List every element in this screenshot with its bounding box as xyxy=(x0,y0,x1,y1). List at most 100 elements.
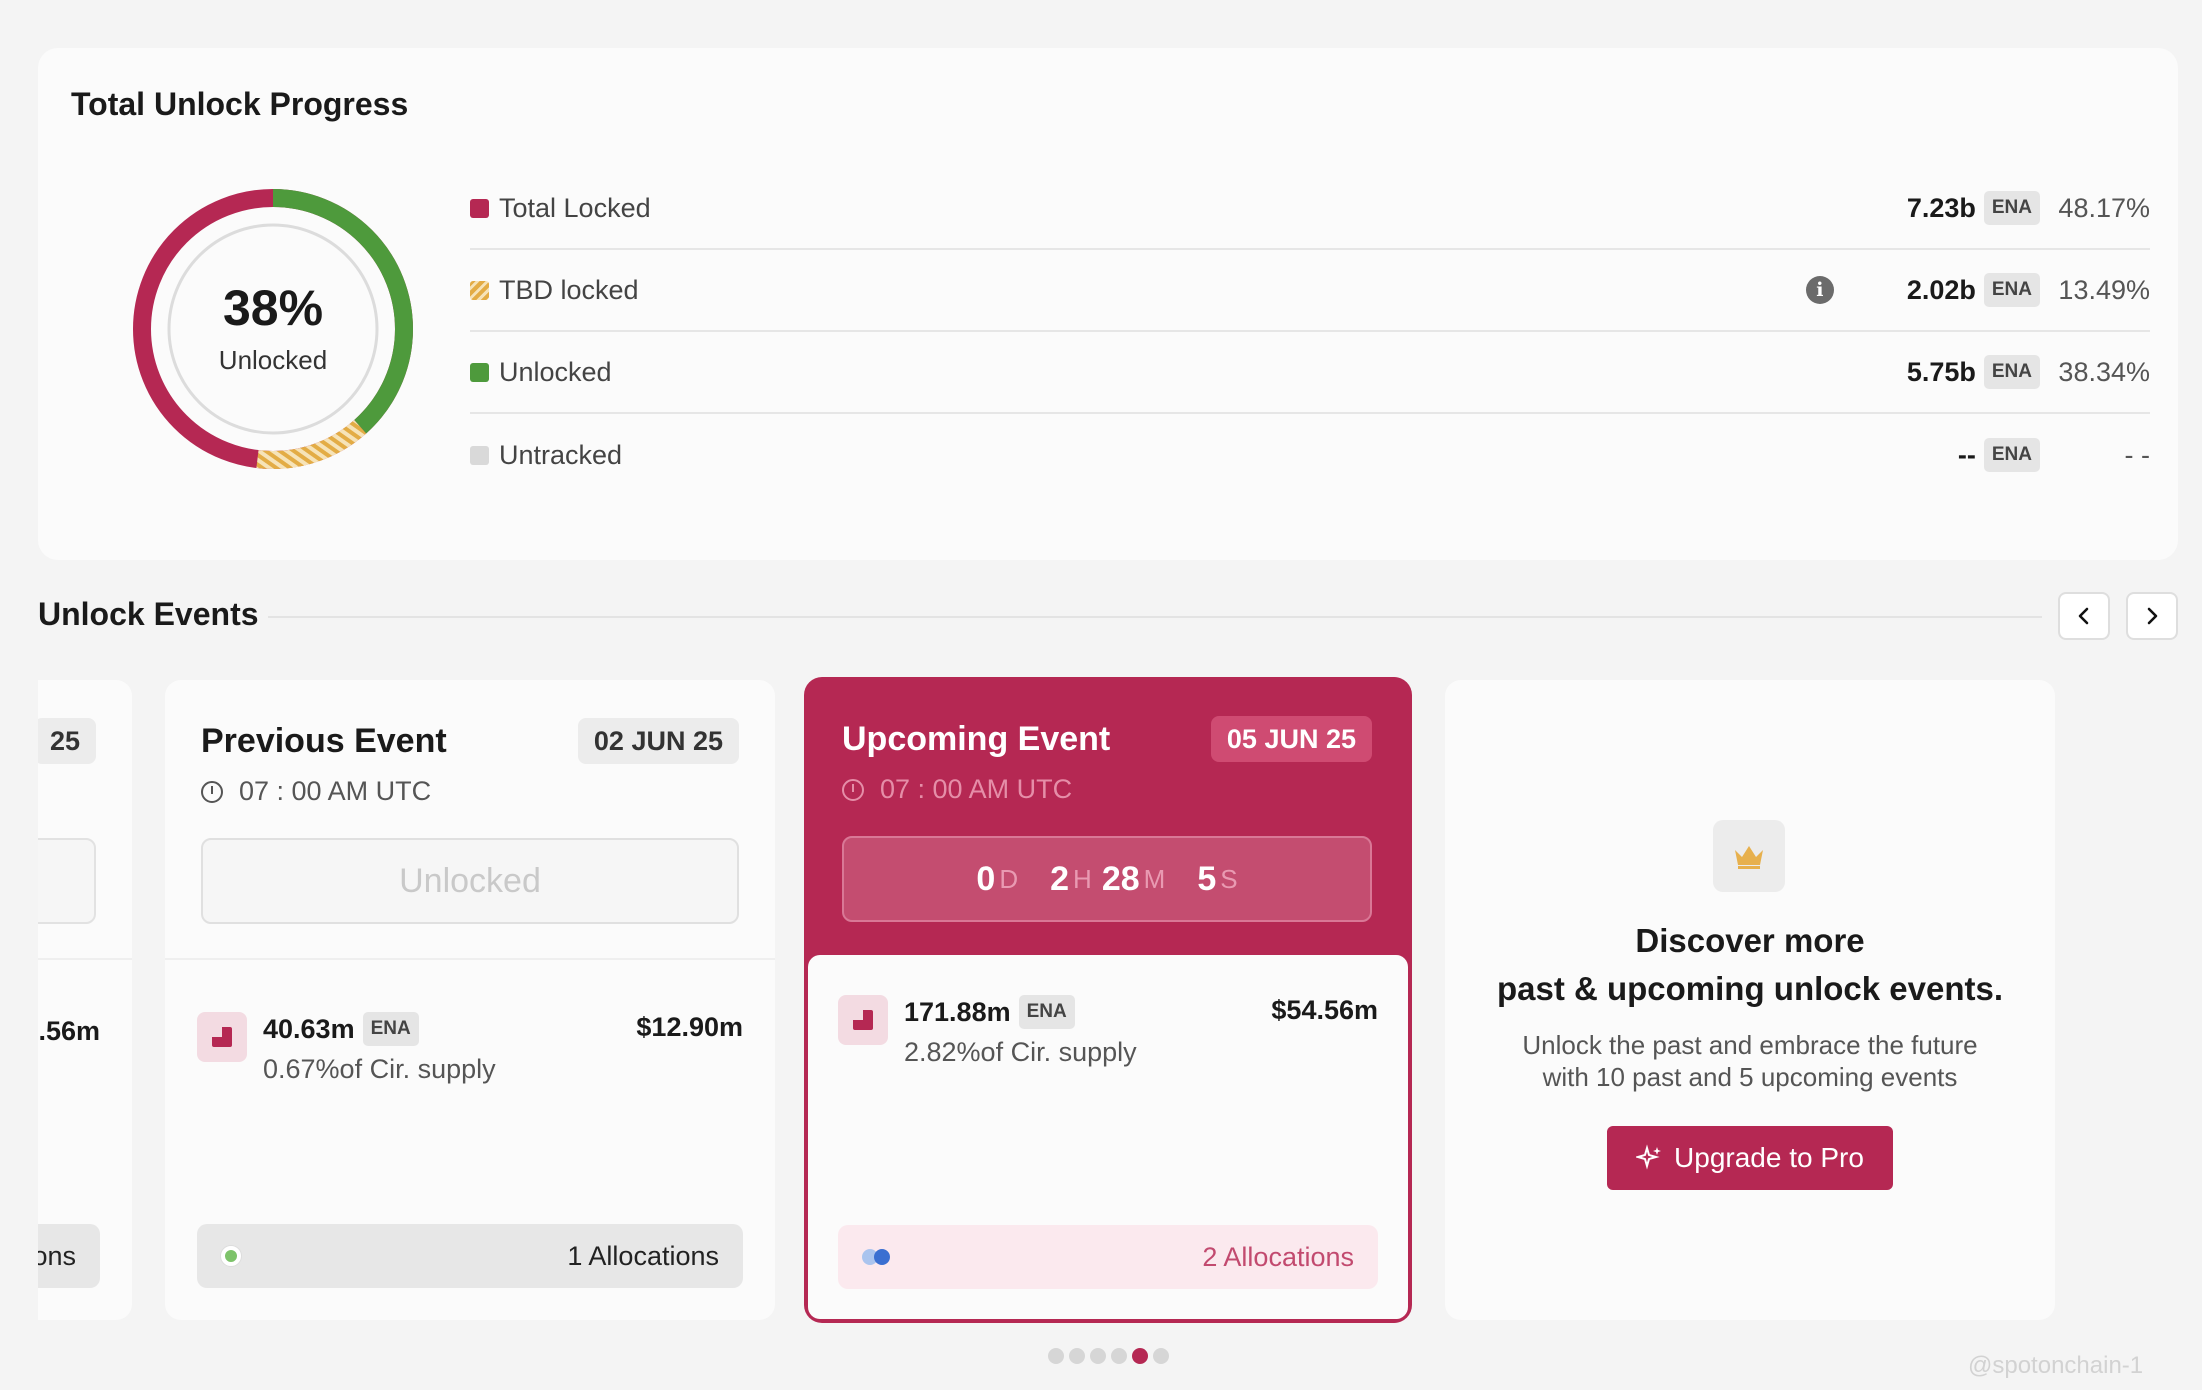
event-time: 07 : 00 AM UTC xyxy=(201,776,431,807)
unlocked-percent-label: Unlocked xyxy=(218,344,328,375)
legend-name: Total Locked xyxy=(499,192,651,223)
allocation-dots-icon xyxy=(862,1247,898,1267)
unlock-progress-panel: Total Unlock Progress 38% Unlocked Total… xyxy=(38,48,2178,560)
countdown-hours-unit: H xyxy=(1073,863,1092,894)
page-dot[interactable] xyxy=(1153,1348,1169,1364)
token-unlock-icon xyxy=(197,1012,247,1062)
page-dot[interactable] xyxy=(1048,1348,1064,1364)
allocations-label: ons xyxy=(38,1240,76,1271)
event-supply: 0.67%of Cir. supply xyxy=(263,1054,496,1084)
legend-row-untracked: Untracked -- ENA - - xyxy=(470,414,2150,496)
tbd-swatch xyxy=(470,280,489,300)
token-chip: ENA xyxy=(1018,995,1075,1029)
event-time-text: 07 : 00 AM UTC xyxy=(880,774,1073,804)
carousel-pagination xyxy=(1048,1348,1169,1364)
promo-text-2: with 10 past and 5 upcoming events xyxy=(1542,1062,1958,1092)
legend-percent: 38.34% xyxy=(2058,356,2150,387)
event-title: Upcoming Event xyxy=(842,720,1111,758)
untracked-swatch xyxy=(470,445,489,465)
clock-icon xyxy=(842,778,864,801)
panel-title: Total Unlock Progress xyxy=(71,86,409,122)
event-card-partial[interactable]: 25 .56m ons xyxy=(38,680,132,1320)
legend-name: Untracked xyxy=(499,439,623,470)
page-dot[interactable] xyxy=(1090,1348,1106,1364)
event-date: 05 JUN 25 xyxy=(1210,716,1372,762)
allocation-row: 40.63m ENA 0.67%of Cir. supply $12.90m xyxy=(197,1012,743,1085)
token-chip: ENA xyxy=(1983,355,2040,389)
token-unlock-icon xyxy=(838,995,888,1045)
upgrade-promo-card: Discover more past & upcoming unlock eve… xyxy=(1445,680,2055,1320)
unlocked-percent: 38% xyxy=(222,279,324,336)
allocations-label: 2 Allocations xyxy=(1202,1241,1354,1272)
legend-row-tbd-locked: TBD locked i 2.02b ENA 13.49% xyxy=(470,250,2150,332)
allocation-row: 171.88m ENA 2.82%of Cir. supply $54.56m xyxy=(838,995,1378,1068)
event-date: 25 xyxy=(38,718,96,764)
clock-icon xyxy=(201,780,223,803)
token-chip: ENA xyxy=(1983,191,2040,225)
allocations-label: 1 Allocations xyxy=(567,1240,719,1271)
promo-heading-1: Discover more xyxy=(1635,922,1865,959)
crown-icon xyxy=(1713,820,1785,892)
upcoming-body: 171.88m ENA 2.82%of Cir. supply $54.56m 2… xyxy=(808,955,1408,1319)
chevron-left-icon xyxy=(2078,607,2089,625)
info-icon[interactable]: i xyxy=(1805,276,1834,304)
allocation-dot-icon xyxy=(221,1246,241,1266)
upgrade-to-pro-button[interactable]: Upgrade to Pro xyxy=(1607,1126,1893,1190)
countdown-days-unit: D xyxy=(999,863,1019,894)
legend-name: TBD locked xyxy=(499,274,639,305)
event-amount: 40.63m xyxy=(263,1013,355,1044)
allocations-bar[interactable]: ons xyxy=(38,1224,100,1288)
event-usd: .56m xyxy=(38,1016,100,1046)
sparkle-icon xyxy=(1636,1144,1662,1170)
status-box xyxy=(38,838,96,924)
page-dot[interactable] xyxy=(1069,1348,1085,1364)
watermark: @spotonchain-1 xyxy=(1968,1352,2144,1379)
event-supply: 2.82%of Cir. supply xyxy=(904,1037,1137,1067)
token-chip: ENA xyxy=(1983,438,2040,472)
event-time: 07 : 00 AM UTC xyxy=(842,774,1072,805)
event-usd: $54.56m xyxy=(1271,995,1378,1025)
legend-value: -- xyxy=(1957,439,1976,470)
status-box: Unlocked xyxy=(201,838,739,924)
countdown-hours: 2 xyxy=(1050,859,1070,898)
divider xyxy=(38,958,132,960)
allocations-bar[interactable]: 2 Allocations xyxy=(838,1225,1378,1289)
unlocked-swatch xyxy=(470,362,489,382)
next-button[interactable] xyxy=(2126,592,2178,640)
event-card-previous[interactable]: Previous Event 02 JUN 25 07 : 00 AM UTC … xyxy=(165,680,775,1320)
countdown-minutes: 28 xyxy=(1101,859,1140,898)
legend-name: Unlocked xyxy=(499,356,612,387)
token-chip: ENA xyxy=(362,1012,419,1046)
legend-value: 7.23b xyxy=(1906,192,1976,223)
legend-percent: 48.17% xyxy=(2058,192,2150,223)
legend-value: 2.02b xyxy=(1906,274,1976,305)
legend-row-unlocked: Unlocked 5.75b ENA 38.34% xyxy=(470,332,2150,414)
donut-center: 38% Unlocked xyxy=(128,184,418,474)
allocations-bar[interactable]: 1 Allocations xyxy=(197,1224,743,1288)
legend-row-total-locked: Total Locked 7.23b ENA 48.17% xyxy=(470,168,2150,250)
countdown-seconds-unit: S xyxy=(1220,863,1238,894)
event-usd: $12.90m xyxy=(636,1012,743,1042)
token-chip: ENA xyxy=(1983,273,2040,307)
prev-button[interactable] xyxy=(2058,592,2110,640)
promo-text-1: Unlock the past and embrace the future xyxy=(1522,1030,1978,1060)
divider xyxy=(165,958,775,960)
events-carousel[interactable]: 25 .56m ons Previous Event 02 JUN 25 07 … xyxy=(38,670,2202,1330)
legend-percent: 13.49% xyxy=(2058,274,2150,305)
event-title: Previous Event xyxy=(201,722,447,760)
countdown-days: 0 xyxy=(976,859,996,898)
event-date: 02 JUN 25 xyxy=(577,718,739,764)
events-title: Unlock Events xyxy=(38,596,259,632)
divider xyxy=(268,616,2042,618)
chevron-right-icon xyxy=(2147,607,2158,625)
event-time-text: 07 : 00 AM UTC xyxy=(239,776,432,806)
event-amount: 171.88m xyxy=(904,996,1011,1027)
event-card-upcoming[interactable]: Upcoming Event 05 JUN 25 07 : 00 AM UTC … xyxy=(804,677,1412,1323)
page-dot[interactable] xyxy=(1111,1348,1127,1364)
legend-value: 5.75b xyxy=(1906,356,1976,387)
locked-swatch xyxy=(470,198,489,218)
page-dot-active[interactable] xyxy=(1132,1348,1148,1364)
promo-heading-2: past & upcoming unlock events. xyxy=(1496,970,2004,1007)
countdown: 0D 2H 28 M 5S xyxy=(842,836,1372,922)
countdown-minutes-unit: M xyxy=(1143,863,1166,894)
